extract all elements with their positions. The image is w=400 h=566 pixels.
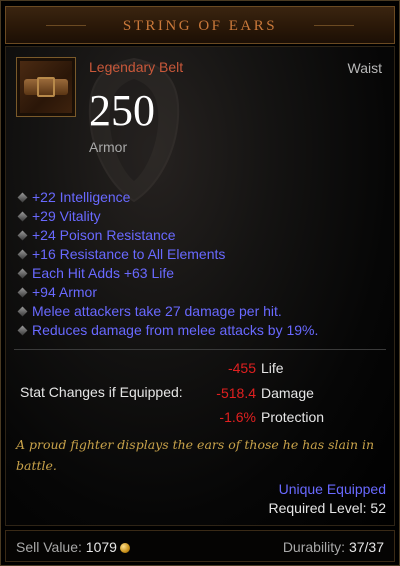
unique-equipped: Unique Equipped xyxy=(278,481,386,497)
tooltip-footer: Sell Value: 1079 Durability: 37/37 xyxy=(5,530,395,562)
stat-change-row: -455 Life xyxy=(156,360,396,379)
property-item: +16 Resistance to All Elements xyxy=(17,245,318,264)
armor-value: 250 xyxy=(89,86,155,135)
armor-label: Armor xyxy=(89,139,128,155)
bullet-icon xyxy=(17,192,28,203)
bullet-icon xyxy=(17,325,28,336)
property-item: +24 Poison Resistance xyxy=(17,226,318,245)
durability-value: 37/37 xyxy=(348,539,384,555)
stat-change-name: Protection xyxy=(261,409,325,425)
item-type: Legendary Belt xyxy=(89,59,184,75)
gold-coin-icon xyxy=(119,543,130,553)
stat-change-row: -1.6% Protection xyxy=(156,409,396,428)
sell-value: Sell Value: 1079 xyxy=(16,539,130,555)
sell-value-label: Sell Value: xyxy=(16,539,82,555)
bullet-icon xyxy=(17,268,28,279)
property-item: Melee attackers take 27 damage per hit. xyxy=(17,302,318,321)
property-item: +22 Intelligence xyxy=(17,188,318,207)
stat-change-name: Life xyxy=(261,360,284,376)
durability: Durability: 37/37 xyxy=(283,539,384,555)
tooltip-header: STRING OF EARS xyxy=(5,6,395,44)
bullet-icon xyxy=(17,230,28,241)
stat-change-name: Damage xyxy=(261,385,314,401)
stat-change-value: -1.6% xyxy=(219,409,256,425)
sell-value-amount: 1079 xyxy=(85,539,117,555)
property-item: +29 Vitality xyxy=(17,207,318,226)
stat-change-value: -455 xyxy=(227,360,256,376)
property-item: Reduces damage from melee attacks by 19%… xyxy=(17,321,318,340)
stat-change-value: -518.4 xyxy=(216,385,256,401)
stat-change-row: -518.4 Damage xyxy=(156,385,396,404)
property-item: Each Hit Adds +63 Life xyxy=(17,264,318,283)
header-ornament-right xyxy=(314,25,354,26)
bullet-icon xyxy=(17,287,28,298)
property-item: +94 Armor xyxy=(17,283,318,302)
required-level: Required Level: 52 xyxy=(268,500,386,516)
belt-icon xyxy=(20,61,72,113)
bullet-icon xyxy=(17,306,28,317)
durability-label: Durability: xyxy=(282,539,346,555)
item-name: STRING OF EARS xyxy=(122,18,278,34)
item-slot: Waist xyxy=(347,60,382,76)
item-tooltip: STRING OF EARS Legendary Belt Waist 250 … xyxy=(0,0,400,566)
bullet-icon xyxy=(17,249,28,260)
property-list: +22 Intelligence +29 Vitality +24 Poison… xyxy=(17,188,318,340)
section-divider xyxy=(14,349,386,350)
bullet-icon xyxy=(17,211,28,222)
item-icon-frame[interactable] xyxy=(16,57,76,117)
flavor-text: A proud fighter displays the ears of tho… xyxy=(16,437,375,473)
tooltip-body: Legendary Belt Waist 250 Armor +22 Intel… xyxy=(5,46,395,526)
